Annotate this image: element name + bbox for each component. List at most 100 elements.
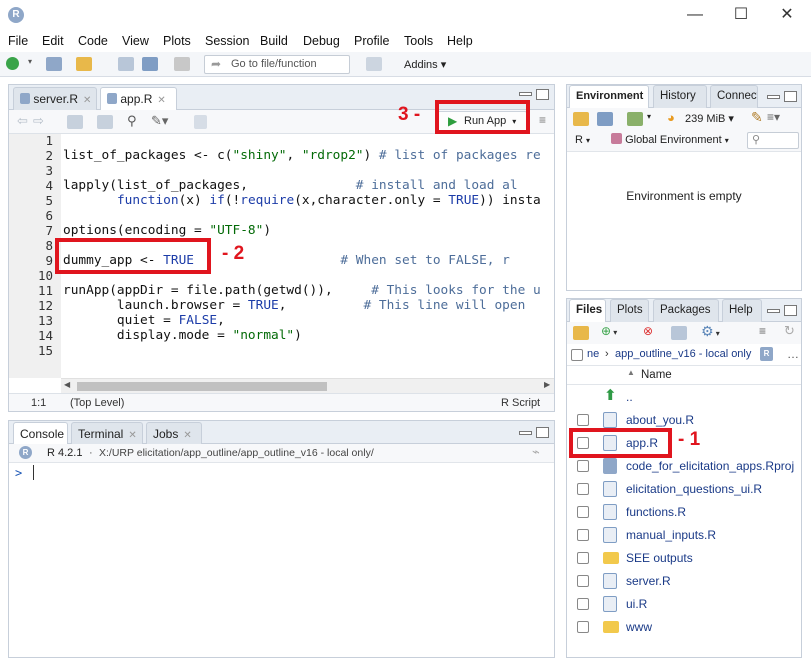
broom-icon[interactable]: ⌁ [532,444,540,460]
new-folder-icon[interactable] [573,326,589,340]
maximize-button[interactable]: ☐ [718,2,764,28]
file-checkbox[interactable] [577,598,589,610]
list-view-icon[interactable]: ≡▾ [767,110,780,124]
menu-tools[interactable]: Tools [404,34,433,48]
file-name-link[interactable]: functions.R [626,505,686,519]
print-icon[interactable] [174,57,190,71]
maximize-pane-icon[interactable] [536,427,549,438]
scope-select[interactable]: Global Environment ▾ [611,133,729,146]
open-file-icon[interactable] [76,57,92,71]
tab-console[interactable]: Console [13,422,68,446]
menu-debug[interactable]: Debug [303,34,340,48]
back-arrow-icon[interactable]: ⇦ [17,113,28,129]
env-search-input[interactable]: ⚲ [747,132,799,149]
file-row[interactable]: elicitation_questions_ui.R [567,478,801,501]
rename-icon[interactable] [671,326,687,340]
save-icon[interactable] [97,115,113,129]
memory-usage[interactable]: 239 MiB ▾ [685,112,734,125]
maximize-pane-icon[interactable] [784,91,797,102]
tab-app-r[interactable]: app.R ✕ [100,87,177,111]
name-column-header[interactable]: Name [641,369,672,381]
tab-terminal[interactable]: Terminal ✕ [71,422,143,445]
file-name-link[interactable]: about_you.R [626,413,694,427]
maximize-pane-icon[interactable] [784,305,797,316]
search-icon[interactable]: ⚲ [127,113,137,129]
tab-server-r[interactable]: server.R ✕ [13,87,97,110]
tab-plots[interactable]: Plots [610,299,649,322]
menu-code[interactable]: Code [78,34,108,48]
file-row[interactable]: ui.R [567,593,801,616]
file-row[interactable]: code_for_elicitation_apps.Rproj [567,455,801,478]
more-icon[interactable]: … [787,347,799,361]
horizontal-scrollbar[interactable]: ◀ ▶ [61,378,554,393]
file-name-link[interactable]: ui.R [626,597,647,611]
console-input[interactable] [33,465,34,480]
rproj-icon[interactable]: R [760,347,773,361]
file-checkbox[interactable] [577,460,589,472]
file-name-link[interactable]: SEE outputs [626,551,693,565]
magic-wand-icon[interactable]: ✎▾ [151,113,168,129]
save-workspace-icon[interactable] [597,112,613,126]
minimize-pane-icon[interactable] [519,431,532,435]
list-view-icon[interactable]: ≡ [759,324,766,338]
tab-history[interactable]: History [653,85,707,108]
menu-profile[interactable]: Profile [354,34,389,48]
breadcrumb-current[interactable]: app_outline_v16 - local only [615,348,751,360]
file-checkbox[interactable] [577,414,589,426]
maximize-pane-icon[interactable] [536,89,549,100]
menu-session[interactable]: Session [205,34,249,48]
select-all-checkbox[interactable] [571,349,583,361]
gear-icon[interactable]: ⚙ ▾ [701,323,720,340]
filetype-selector[interactable]: R Script [501,397,540,409]
sort-icon[interactable]: ▲ [627,368,635,377]
scroll-right-icon[interactable]: ▶ [544,380,550,389]
menu-build[interactable]: Build [260,34,288,48]
new-project-icon[interactable] [46,57,62,71]
grid-layout-icon[interactable] [366,57,382,71]
menu-view[interactable]: View [122,34,149,48]
close-button[interactable]: ✕ [764,2,810,28]
file-checkbox[interactable] [577,621,589,633]
file-row[interactable]: manual_inputs.R [567,524,801,547]
forward-arrow-icon[interactable]: ⇨ [33,113,44,129]
file-checkbox[interactable] [577,483,589,495]
new-blank-file-icon[interactable]: ⊕ ▾ [601,324,617,338]
file-name-link[interactable]: code_for_elicitation_apps.Rproj [626,459,794,473]
file-row[interactable]: www [567,616,801,639]
file-name-link[interactable]: server.R [626,574,671,588]
minimize-pane-icon[interactable] [519,92,532,96]
addins-menu[interactable]: Addins ▾ [404,58,446,71]
file-name-link[interactable]: www [626,620,652,634]
close-tab-icon[interactable]: ✕ [83,95,91,106]
tab-connections[interactable]: Connections [710,85,758,108]
save-all-icon[interactable] [142,57,158,71]
minimize-pane-icon[interactable] [767,309,780,313]
language-select[interactable]: R ▾ [575,134,590,146]
outline-icon[interactable] [194,115,207,129]
file-checkbox[interactable] [577,529,589,541]
scroll-left-icon[interactable]: ◀ [64,380,70,389]
file-row[interactable]: functions.R [567,501,801,524]
close-tab-icon[interactable]: ✕ [128,430,136,441]
parent-directory-row[interactable]: ⬆ .. [567,386,801,409]
tab-help[interactable]: Help [722,299,762,322]
menu-edit[interactable]: Edit [42,34,64,48]
tab-files[interactable]: Files [569,299,606,323]
file-checkbox[interactable] [577,506,589,518]
file-checkbox[interactable] [577,552,589,564]
minimize-pane-icon[interactable] [767,95,780,99]
file-name-link[interactable]: elicitation_questions_ui.R [626,482,762,496]
working-directory[interactable]: X:/URP elicitation/app_outline/app_outli… [99,447,374,459]
tab-packages[interactable]: Packages [653,299,719,322]
show-in-window-icon[interactable] [67,115,83,129]
file-row[interactable]: server.R [567,570,801,593]
new-file-icon[interactable] [6,57,19,70]
delete-icon[interactable]: ⊗ [643,324,653,338]
refresh-icon[interactable]: ↻ [784,323,795,339]
tab-jobs[interactable]: Jobs ✕ [146,422,202,445]
close-tab-icon[interactable]: ✕ [157,95,165,106]
close-tab-icon[interactable]: ✕ [183,430,191,441]
broom-icon[interactable]: ✎ [751,109,763,126]
load-workspace-icon[interactable] [573,112,589,126]
scope-selector[interactable]: (Top Level) [70,397,124,409]
